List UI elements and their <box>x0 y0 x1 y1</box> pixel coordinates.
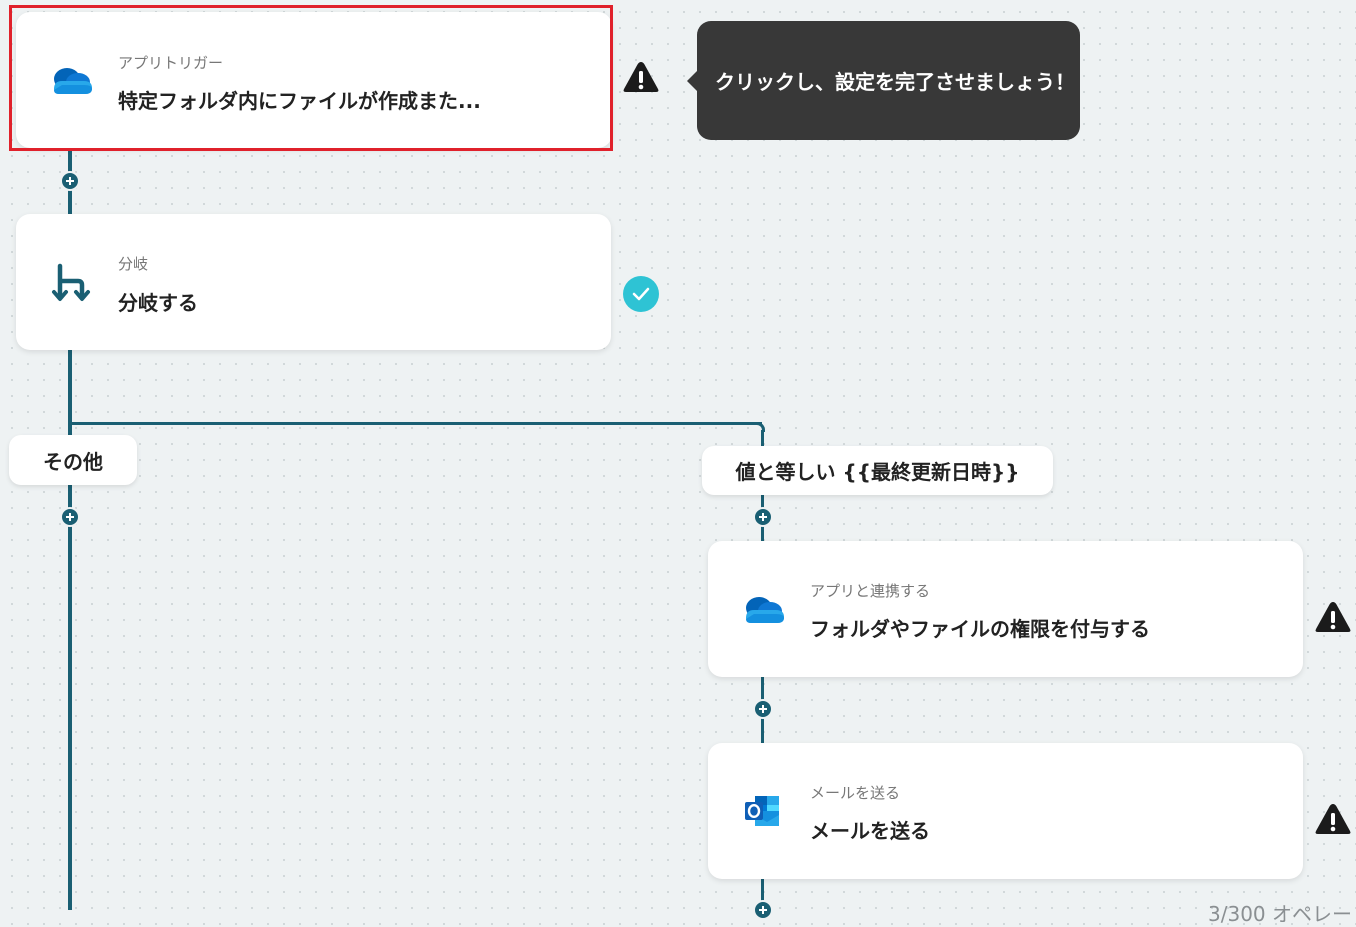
permission-card[interactable]: アプリと連携する フォルダやファイルの権限を付与する <box>708 541 1303 677</box>
warning-icon[interactable] <box>1314 802 1352 836</box>
card-subtitle: アプリと連携する <box>810 582 931 600</box>
card-title: フォルダやファイルの権限を付与する <box>810 617 1150 641</box>
branch-label-condition[interactable]: 値と等しい {{最終更新日時}} <box>702 446 1053 495</box>
branch-split-line <box>68 422 762 425</box>
branch-card[interactable]: 分岐 分岐する <box>16 214 611 350</box>
outlook-icon <box>740 788 786 834</box>
connector-line <box>68 350 72 910</box>
add-step-button[interactable] <box>753 699 773 719</box>
card-title: メールを送る <box>810 819 930 843</box>
warning-icon[interactable] <box>622 60 660 94</box>
onedrive-cloud-icon <box>740 586 786 632</box>
selection-highlight <box>9 5 613 151</box>
add-step-button[interactable] <box>753 900 773 920</box>
operations-counter: 3/300 オペレー <box>1208 902 1352 926</box>
add-step-button[interactable] <box>753 507 773 527</box>
add-step-button[interactable] <box>60 171 80 191</box>
card-title: 分岐する <box>118 291 198 315</box>
checkmark-icon <box>623 276 659 312</box>
branch-icon <box>48 259 94 305</box>
card-subtitle: 分岐 <box>118 255 149 273</box>
warning-icon[interactable] <box>1314 600 1352 634</box>
tooltip-text: クリックし、設定を完了させましょう！ <box>715 70 1075 94</box>
branch-label-other[interactable]: その他 <box>9 435 137 485</box>
add-step-button[interactable] <box>60 507 80 527</box>
flow-canvas: アプリトリガー 特定フォルダ内にファイルが作成また... クリックし、設定を完了… <box>0 0 1356 927</box>
setup-tooltip: クリックし、設定を完了させましょう！ <box>687 21 1080 140</box>
card-subtitle: メールを送る <box>810 784 901 802</box>
mail-card[interactable]: メールを送る メールを送る <box>708 743 1303 879</box>
